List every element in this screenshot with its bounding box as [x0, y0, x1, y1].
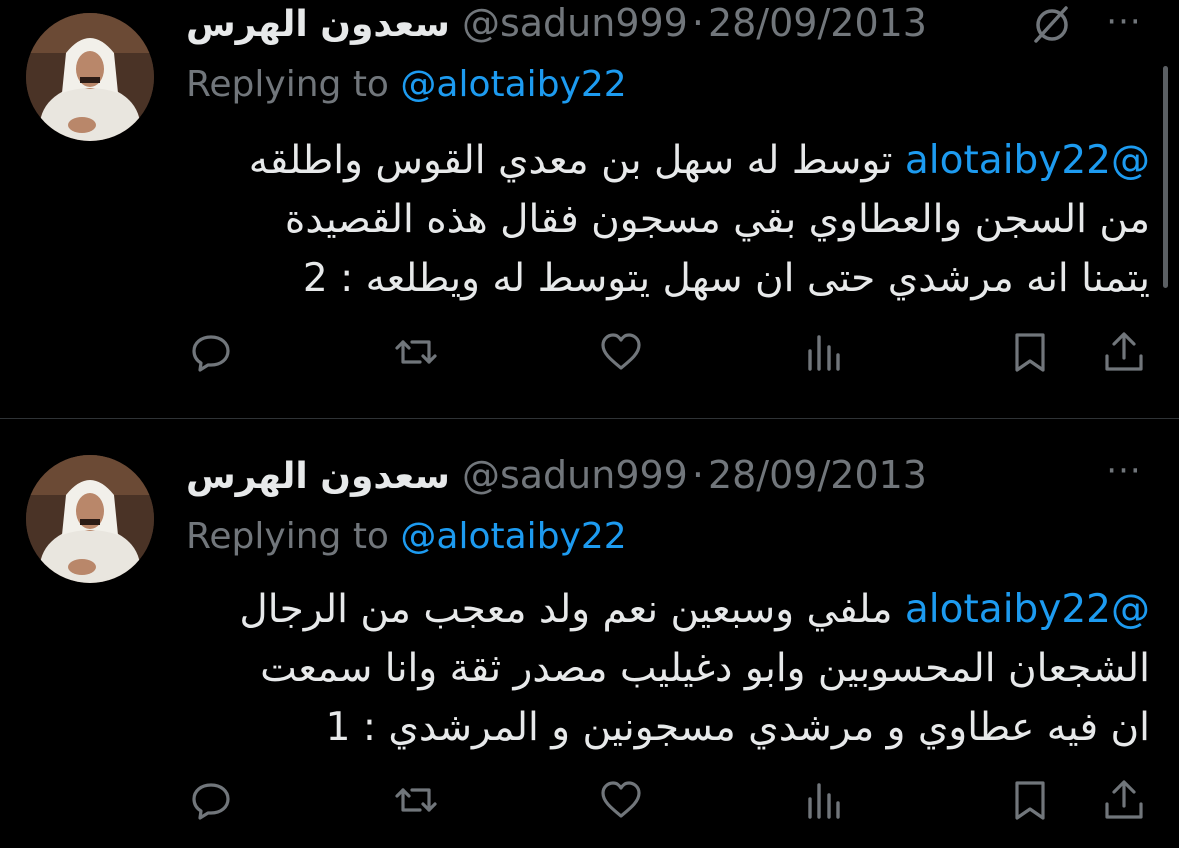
views-icon[interactable]: [800, 775, 850, 825]
avatar[interactable]: [26, 455, 154, 583]
retweet-icon[interactable]: [391, 775, 441, 825]
author-name[interactable]: سعدون الهرس: [186, 4, 450, 45]
tweet[interactable]: سعدون الهرس @sadun999 · 28/09/2013 ··· Rep…: [0, 0, 1179, 418]
more-options-icon[interactable]: ···: [1100, 0, 1148, 44]
action-bar: [0, 775, 1179, 825]
tweet-text-line-2: الشجعان المحسوبين وابو دغيليب مصدر ثقة و…: [260, 646, 1150, 691]
share-icon[interactable]: [1099, 327, 1149, 377]
more-options-icon[interactable]: ···: [1100, 449, 1148, 493]
tweet-header: سعدون الهرس @sadun999 · 28/09/2013: [186, 450, 927, 500]
tweet-text-line: @alotaiby22 توسط له سهل بن معدي القوس وا…: [160, 131, 1150, 190]
tweet-text-line-1: ملفي وسبعين نعم ولد معجب من الرجال: [239, 587, 893, 632]
author-name[interactable]: سعدون الهرس: [186, 456, 450, 497]
reply-icon[interactable]: [186, 775, 236, 825]
views-icon[interactable]: [800, 327, 850, 377]
separator-dot: ·: [691, 453, 704, 497]
tweet-text-line-2: من السجن والعطاوي بقي مسجون فقال هذه الق…: [284, 197, 1150, 242]
replying-prefix: Replying to: [186, 516, 389, 557]
tweet-text-line-3: ان فيه عطاوي و مرشدي مسجونين و المرشدي :…: [325, 705, 1150, 750]
reply-icon[interactable]: [186, 327, 236, 377]
tweet-text-line-3: يتمنا انه مرشدي حتى ان سهل يتوسط له ويطل…: [302, 256, 1150, 301]
replying-to: Replying to @alotaiby22: [186, 512, 627, 562]
author-handle[interactable]: @sadun999: [462, 1, 688, 45]
grok-icon[interactable]: [1028, 2, 1072, 46]
avatar-photo: [26, 13, 154, 141]
tweet-date[interactable]: 28/09/2013: [708, 453, 927, 497]
tweet-text: @alotaiby22 ملفي وسبعين نعم ولد معجب من …: [160, 580, 1150, 757]
like-icon[interactable]: [596, 775, 646, 825]
like-icon[interactable]: [596, 327, 646, 377]
action-bar: [0, 327, 1179, 377]
body-mention[interactable]: @alotaiby22: [905, 587, 1150, 632]
tweet-header: سعدون الهرس @sadun999 · 28/09/2013: [186, 0, 927, 48]
replying-to-mention[interactable]: @alotaiby22: [400, 516, 626, 557]
scrollbar[interactable]: [1163, 66, 1168, 288]
replying-to-mention[interactable]: @alotaiby22: [400, 64, 626, 105]
bookmark-icon[interactable]: [1005, 775, 1055, 825]
tweet-text-line-1: توسط له سهل بن معدي القوس واطلقه: [248, 138, 893, 183]
separator-dot: ·: [691, 1, 704, 45]
bookmark-icon[interactable]: [1005, 327, 1055, 377]
avatar[interactable]: [26, 13, 154, 141]
author-handle[interactable]: @sadun999: [462, 453, 688, 497]
tweet-text: @alotaiby22 توسط له سهل بن معدي القوس وا…: [160, 131, 1150, 308]
replying-to: Replying to @alotaiby22: [186, 60, 627, 110]
body-mention[interactable]: @alotaiby22: [905, 138, 1150, 183]
retweet-icon[interactable]: [391, 327, 441, 377]
replying-prefix: Replying to: [186, 64, 389, 105]
avatar-photo: [26, 455, 154, 583]
tweet-date[interactable]: 28/09/2013: [708, 1, 927, 45]
tweet-text-line: @alotaiby22 ملفي وسبعين نعم ولد معجب من …: [160, 580, 1150, 639]
share-icon[interactable]: [1099, 775, 1149, 825]
tweet[interactable]: سعدون الهرس @sadun999 · 28/09/2013 ··· Rep…: [0, 419, 1179, 848]
